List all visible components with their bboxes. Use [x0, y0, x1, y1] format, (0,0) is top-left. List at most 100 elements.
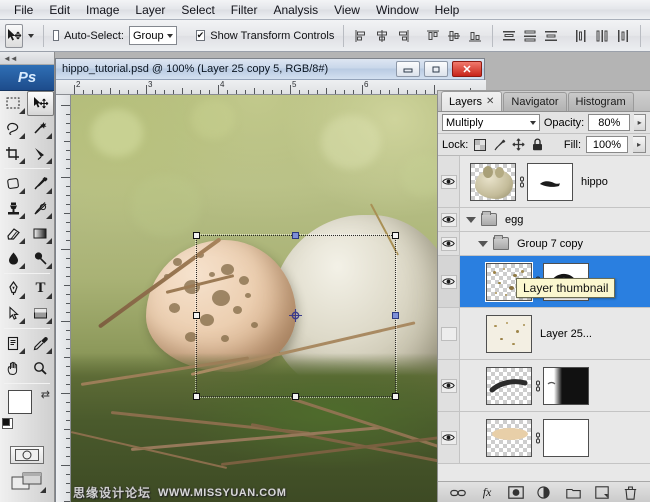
group-expand-triangle-icon[interactable]	[466, 216, 476, 223]
new-adjustment-layer-button[interactable]	[535, 484, 553, 502]
tool-preset-chevron-down-icon[interactable]	[28, 33, 34, 38]
align-right-edges-icon[interactable]	[395, 26, 411, 46]
transform-handle-bottom-left[interactable]	[193, 393, 200, 400]
add-layer-style-button[interactable]: fx	[478, 484, 496, 502]
transform-handle-top-center[interactable]	[292, 232, 299, 239]
layer-row-group7copy[interactable]: Group 7 copy	[438, 232, 650, 256]
transform-handle-bottom-right[interactable]	[392, 393, 399, 400]
layer-list[interactable]: hippo egg Group 7 copy Layer 25...	[438, 156, 650, 481]
close-icon[interactable]: ✕	[486, 96, 494, 107]
show-transform-checkbox[interactable]: ✔	[195, 30, 206, 41]
layer-mask-thumbnail-twig[interactable]	[543, 366, 589, 405]
layer-mask-thumbnail-hippo[interactable]	[527, 162, 573, 201]
lock-position-icon[interactable]	[511, 138, 525, 152]
transform-handle-top-left[interactable]	[193, 232, 200, 239]
distribute-bottom-edges-icon[interactable]	[543, 26, 559, 46]
align-bottom-edges-icon[interactable]	[467, 26, 483, 46]
move-tool-icon[interactable]	[5, 23, 23, 48]
menu-item-edit[interactable]: Edit	[41, 1, 78, 19]
menu-item-file[interactable]: File	[6, 1, 41, 19]
patch-tool[interactable]	[0, 171, 27, 196]
layer-thumbnail-hippo[interactable]	[470, 162, 516, 201]
default-colors-icon[interactable]	[2, 418, 13, 429]
swap-colors-icon[interactable]: ⇄	[41, 388, 50, 401]
layer-row-egg-group[interactable]: egg	[438, 208, 650, 232]
distribute-vertical-centers-icon[interactable]	[522, 26, 538, 46]
opacity-slider-arrow-icon[interactable]: ▸	[634, 114, 646, 131]
rectangle-shape-tool[interactable]	[27, 301, 54, 326]
align-vertical-centers-icon[interactable]	[446, 26, 462, 46]
align-top-edges-icon[interactable]	[425, 26, 441, 46]
pen-tool[interactable]	[0, 276, 27, 301]
move-tool[interactable]	[27, 91, 54, 116]
transform-reference-point-icon[interactable]	[289, 309, 302, 322]
lasso-tool[interactable]	[0, 116, 27, 141]
path-selection-tool[interactable]	[0, 301, 27, 326]
layer-thumbnail-layer25[interactable]	[486, 314, 532, 353]
hand-tool[interactable]	[0, 356, 27, 381]
change-screen-mode-icon[interactable]	[11, 472, 46, 493]
align-horizontal-centers-icon[interactable]	[374, 26, 390, 46]
menu-item-filter[interactable]: Filter	[223, 1, 266, 19]
fill-input[interactable]: 100%	[586, 136, 628, 153]
layer-visibility-toggle[interactable]	[438, 232, 460, 255]
layer-thumbnail-twig[interactable]	[486, 366, 532, 405]
minimize-button[interactable]	[396, 61, 420, 77]
slice-tool[interactable]	[27, 141, 54, 166]
image-canvas[interactable]: 思缘设计论坛 WWW.MISSYUAN.COM	[71, 95, 486, 502]
layer-row-hippo[interactable]: hippo	[438, 156, 650, 208]
layer-visibility-toggle[interactable]	[438, 208, 460, 231]
lock-transparent-pixels-icon[interactable]	[473, 138, 487, 152]
layer-visibility-toggle[interactable]	[438, 412, 460, 463]
layer-mask-link-icon[interactable]	[532, 432, 543, 444]
type-tool[interactable]: T	[27, 276, 54, 301]
delete-layer-button[interactable]	[622, 484, 640, 502]
gradient-tool[interactable]	[27, 221, 54, 246]
menu-item-image[interactable]: Image	[78, 1, 127, 19]
menu-item-window[interactable]: Window	[368, 1, 427, 19]
crop-tool[interactable]	[0, 141, 27, 166]
distribute-top-edges-icon[interactable]	[501, 26, 517, 46]
brush-tool[interactable]	[27, 171, 54, 196]
horizontal-ruler[interactable]: 2 3 4 5 6	[56, 80, 486, 95]
foreground-color-swatch[interactable]	[8, 390, 32, 414]
layer-row-layer25[interactable]: Layer 25...	[438, 308, 650, 360]
layer-mask-link-icon[interactable]	[516, 176, 527, 188]
maximize-button[interactable]	[424, 61, 448, 77]
blur-tool[interactable]	[0, 246, 27, 271]
lock-all-icon[interactable]	[530, 138, 544, 152]
toolbox-collapse-handle[interactable]: ◄◄	[0, 52, 54, 65]
distribute-left-edges-icon[interactable]	[573, 26, 589, 46]
layer-thumbnail-bottom[interactable]	[486, 418, 532, 457]
eraser-tool[interactable]	[0, 221, 27, 246]
history-brush-tool[interactable]	[27, 196, 54, 221]
layer-visibility-toggle[interactable]	[438, 360, 460, 411]
edit-in-quick-mask-mode-icon[interactable]	[10, 446, 44, 464]
tab-navigator[interactable]: Navigator	[503, 92, 567, 111]
layer-mask-thumbnail-bottom[interactable]	[543, 418, 589, 457]
transform-handle-top-right[interactable]	[392, 232, 399, 239]
transform-handle-bottom-center[interactable]	[292, 393, 299, 400]
new-layer-button[interactable]	[593, 484, 611, 502]
notes-tool[interactable]	[0, 331, 27, 356]
menu-item-layer[interactable]: Layer	[127, 1, 173, 19]
magic-wand-tool[interactable]	[27, 116, 54, 141]
close-button[interactable]: ✕	[452, 61, 482, 77]
tab-layers[interactable]: Layers ✕	[441, 91, 503, 111]
tab-histogram[interactable]: Histogram	[567, 92, 634, 111]
zoom-tool[interactable]	[27, 356, 54, 381]
layer-visibility-toggle[interactable]	[438, 256, 460, 307]
new-group-button[interactable]	[564, 484, 582, 502]
opacity-input[interactable]: 80%	[588, 114, 631, 131]
eyedropper-tool[interactable]	[27, 331, 54, 356]
lock-image-pixels-icon[interactable]	[492, 138, 506, 152]
document-title-bar[interactable]: hippo_tutorial.psd @ 100% (Layer 25 copy…	[56, 59, 484, 80]
rectangular-marquee-tool[interactable]	[0, 91, 27, 116]
blend-mode-dropdown[interactable]: Multiply	[442, 114, 540, 131]
auto-select-checkbox[interactable]	[52, 30, 60, 41]
auto-select-dropdown[interactable]: Group	[128, 26, 177, 45]
menu-item-view[interactable]: View	[326, 1, 368, 19]
distribute-right-edges-icon[interactable]	[615, 26, 631, 46]
fill-slider-arrow-icon[interactable]: ▸	[633, 136, 646, 153]
link-layers-button[interactable]	[449, 484, 467, 502]
